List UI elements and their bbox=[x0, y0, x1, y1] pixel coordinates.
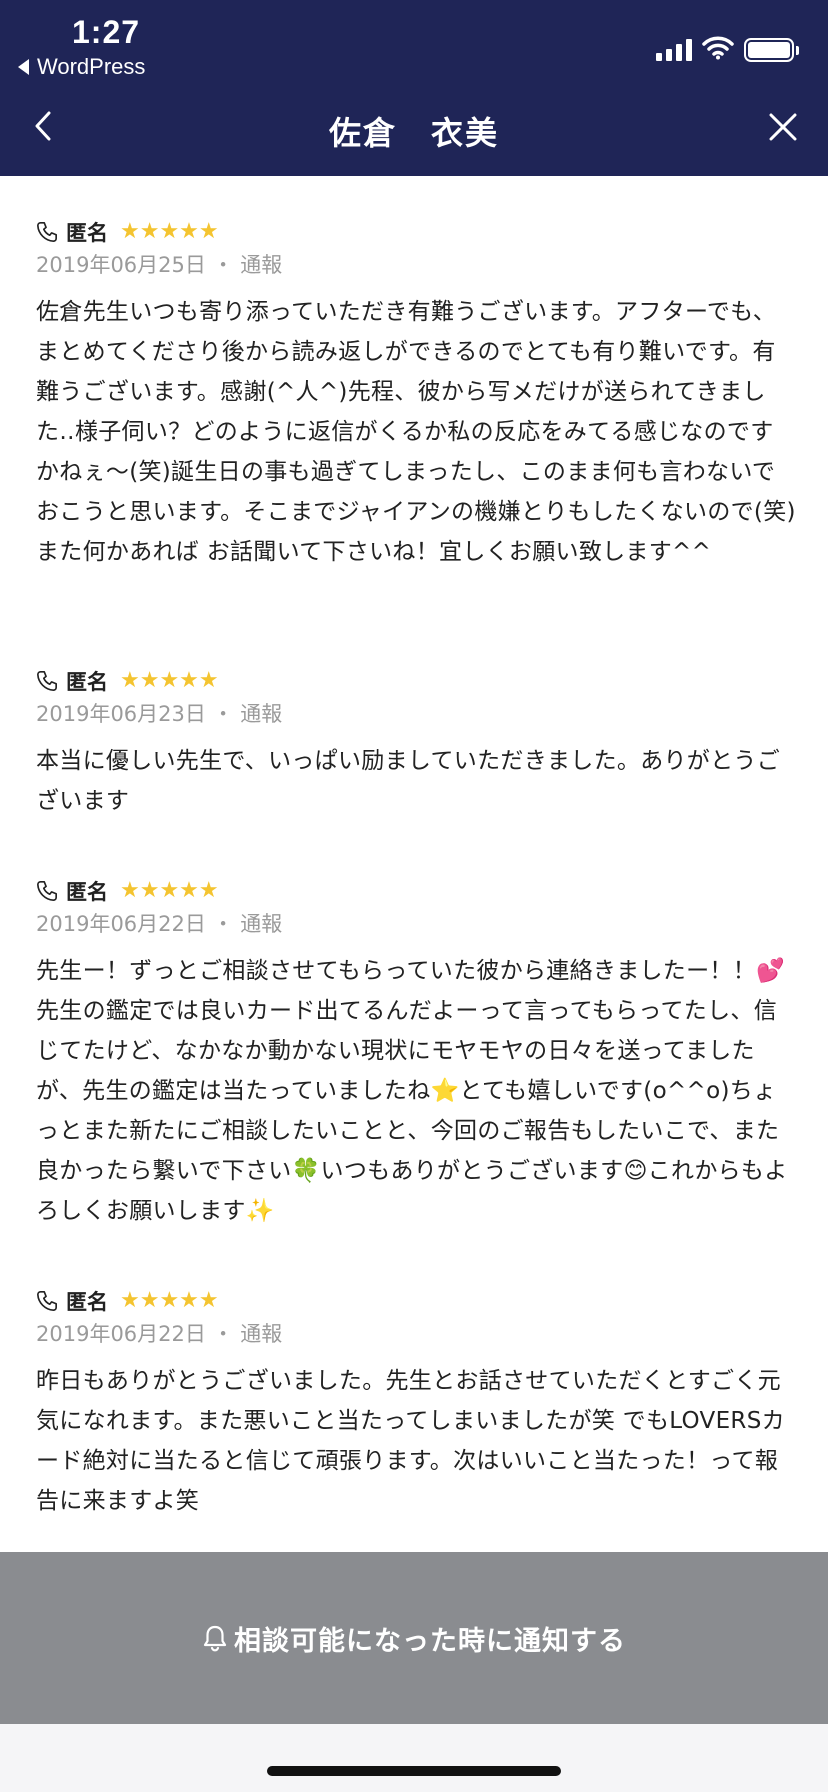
star-rating: ★★★★★ bbox=[120, 668, 219, 693]
star-rating: ★★★★★ bbox=[120, 219, 219, 244]
reviewer-name: 匿名 bbox=[66, 880, 108, 904]
report-link[interactable]: 通報 bbox=[240, 1322, 282, 1346]
star-rating: ★★★★★ bbox=[120, 878, 219, 903]
review-item: 匿名 ★★★★★ 2019年06月22日 ・ 通報 先生ー！ずっとご相談させても… bbox=[36, 875, 796, 1231]
review-text: 先生ー！ずっとご相談させてもらっていた彼から連絡きましたー！！💕先生の鑑定では良… bbox=[36, 958, 788, 1224]
bottom-safe-area bbox=[0, 1724, 828, 1792]
review-text: 昨日もありがとうございました。先生とお話させていただくとすごく元気になれます。ま… bbox=[36, 1368, 785, 1514]
review-item: 匿名 ★★★★★ 2019年06月22日 ・ 通報 昨日もありがとうございました… bbox=[36, 1285, 796, 1521]
home-indicator[interactable] bbox=[267, 1766, 561, 1776]
reviewer-name: 匿名 bbox=[66, 221, 108, 245]
meta-separator: ・ bbox=[212, 1322, 241, 1346]
phone-icon bbox=[36, 1289, 60, 1313]
notify-button[interactable]: 相談可能になった時に通知する bbox=[0, 1552, 828, 1724]
review-date: 2019年06月22日 bbox=[36, 1322, 206, 1346]
review-date: 2019年06月22日 bbox=[36, 912, 206, 936]
reviewer-name: 匿名 bbox=[66, 1290, 108, 1314]
reviewer-name: 匿名 bbox=[66, 670, 108, 694]
meta-separator: ・ bbox=[212, 702, 241, 726]
meta-separator: ・ bbox=[212, 912, 241, 936]
report-link[interactable]: 通報 bbox=[240, 702, 282, 726]
status-icons bbox=[656, 36, 799, 64]
app-header: 1:27 WordPress 佐倉 衣美 bbox=[0, 0, 828, 176]
review-item: 匿名 ★★★★★ 2019年06月25日 ・ 通報 佐倉先生いつも寄り添っていた… bbox=[36, 216, 796, 572]
notify-button-label: 相談可能になった時に通知する bbox=[234, 1625, 626, 1657]
review-text: 本当に優しい先生で、いっぱい励ましていただきました。ありがとうございます bbox=[36, 748, 780, 814]
star-rating: ★★★★★ bbox=[120, 1288, 219, 1313]
back-to-app-link[interactable]: WordPress bbox=[18, 54, 145, 80]
signal-icon bbox=[656, 39, 692, 61]
page-title: 佐倉 衣美 bbox=[328, 114, 499, 152]
meta-separator: ・ bbox=[212, 253, 241, 277]
review-date: 2019年06月25日 bbox=[36, 253, 206, 277]
back-app-label: WordPress bbox=[37, 54, 146, 79]
phone-icon bbox=[36, 879, 60, 903]
report-link[interactable]: 通報 bbox=[240, 253, 282, 277]
battery-icon bbox=[744, 38, 799, 62]
report-link[interactable]: 通報 bbox=[240, 912, 282, 936]
review-text: 佐倉先生いつも寄り添っていただき有難うございます。アフターでも、まとめてくださり… bbox=[36, 299, 796, 565]
bell-icon bbox=[202, 1623, 230, 1653]
close-icon[interactable] bbox=[766, 110, 800, 144]
phone-icon bbox=[36, 220, 60, 244]
review-date: 2019年06月23日 bbox=[36, 702, 206, 726]
status-time: 1:27 bbox=[72, 14, 141, 50]
phone-icon bbox=[36, 669, 60, 693]
back-triangle-icon bbox=[18, 59, 29, 75]
review-item: 匿名 ★★★★★ 2019年06月23日 ・ 通報 本当に優しい先生で、いっぱい… bbox=[36, 665, 796, 821]
wifi-icon bbox=[702, 36, 734, 64]
